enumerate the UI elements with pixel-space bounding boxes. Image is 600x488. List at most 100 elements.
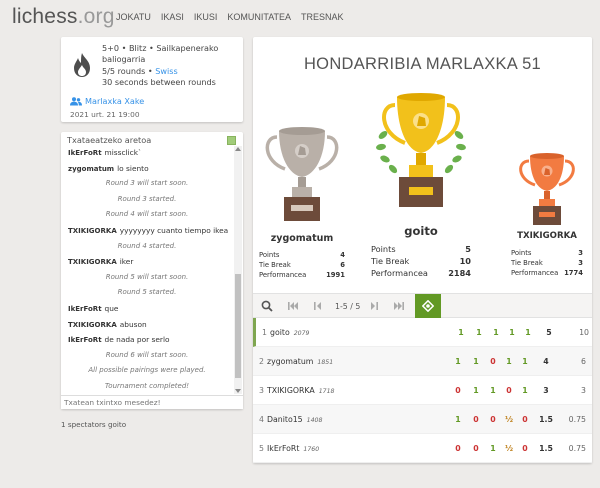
podium-second: zygomatum Points 4 Tie Break 6 Performance… [259, 125, 345, 285]
chat-username[interactable]: IkErFoRt [68, 149, 102, 157]
chat-username[interactable]: TXIKIGORKA [68, 227, 117, 235]
chat-input[interactable] [61, 395, 243, 409]
chat-username[interactable]: IkErFoRt [68, 336, 102, 344]
rank: 1 [262, 328, 267, 337]
chat-system-message: Round 4 will start soon. [105, 210, 189, 219]
podium-third-name[interactable]: TXIKIGORKA [511, 231, 583, 241]
chat-text: abuson [119, 319, 147, 329]
nav-learn[interactable]: IKASI [161, 12, 184, 22]
chat-username[interactable]: zygomatum [68, 165, 114, 173]
scroll-down-arrow-icon[interactable] [235, 389, 241, 393]
pager-text: 1-5 / 5 [335, 302, 361, 311]
points-value: 4 [340, 251, 345, 259]
standings-row[interactable]: 4 Danito15 1408 1 0 0 ½ 0 1.5 0.75 [253, 405, 592, 434]
round-score[interactable]: 0 [471, 415, 481, 424]
swiss-link[interactable]: Swiss [155, 66, 177, 76]
player-name[interactable]: IkErFoRt 1760 [267, 444, 319, 453]
player-name[interactable]: Danito15 1408 [267, 415, 322, 424]
nav-play[interactable]: JOKATU [116, 12, 151, 22]
previous-page-icon[interactable] [313, 300, 323, 312]
player-username[interactable]: TXIKIGORKA [267, 386, 315, 395]
chat-username[interactable]: TXIKIGORKA [68, 258, 117, 266]
points-label: Points [511, 249, 532, 257]
podium-first-points: Points 5 [371, 244, 471, 254]
performance-label: Performancea [511, 269, 559, 277]
round-score[interactable]: 1 [504, 357, 514, 366]
round-score[interactable]: 1 [523, 328, 533, 337]
chat-username[interactable]: IkErFoRt [68, 305, 102, 313]
nav-watch[interactable]: IKUSI [194, 12, 218, 22]
round-score[interactable]: 0 [488, 357, 498, 366]
player-rating: 1851 [317, 359, 334, 366]
round-score[interactable]: 0 [520, 415, 530, 424]
chat-scrollbar[interactable] [234, 146, 242, 394]
podium-second-performance: Performancea 1991 [259, 271, 345, 279]
player-username[interactable]: Danito15 [267, 415, 303, 424]
round-score[interactable]: ½ [504, 444, 514, 453]
scroll-to-me-button[interactable] [415, 294, 441, 318]
player-username[interactable]: zygomatum [267, 357, 313, 366]
tournament-info-card: 5+0 • Blitz • Sailkapenerako baliogarria… [61, 37, 243, 122]
player-username[interactable]: IkErFoRt [267, 444, 299, 453]
player-name[interactable]: TXIKIGORKA 1718 [267, 386, 334, 395]
chat-message: IkErFoRt de nada por serlo [68, 335, 170, 344]
podium-first-tiebreak: Tie Break 10 [371, 256, 471, 266]
chat-system-message: Tournament completed! [104, 382, 190, 390]
standings-row[interactable]: 1 goito 2079 1 1 1 1 1 5 10 [253, 318, 592, 347]
tiebreak-score: 6 [581, 357, 586, 366]
total-points: 4 [543, 357, 549, 366]
scroll-up-arrow-icon[interactable] [235, 147, 241, 151]
site-logo[interactable]: lichess.org [12, 5, 115, 29]
tournament-main: HONDARRIBIA MARLAXKA 51 zygomatum Points… [253, 37, 592, 463]
chat-message: TXIKIGORKA iker [68, 257, 133, 266]
round-score[interactable]: 1 [488, 444, 498, 453]
round-score[interactable]: 0 [453, 386, 463, 395]
player-username[interactable]: goito [270, 328, 290, 337]
next-page-icon[interactable] [369, 300, 379, 312]
standings-row[interactable]: 3 TXIKIGORKA 1718 0 1 1 0 1 3 3 [253, 376, 592, 405]
round-score[interactable]: 1 [520, 357, 530, 366]
search-icon[interactable] [261, 300, 273, 312]
chat-username[interactable]: TXIKIGORKA [68, 321, 117, 329]
chat-text: que [104, 304, 119, 313]
chat-message: TXIKIGORKA abuson [68, 320, 147, 329]
round-score[interactable]: 1 [491, 328, 501, 337]
podium-second-name[interactable]: zygomatum [259, 233, 345, 244]
podium-third: TXIKIGORKA Points 3 Tie Break 3 Performanc… [511, 151, 583, 287]
round-score[interactable]: 1 [453, 357, 463, 366]
round-score[interactable]: ½ [504, 415, 514, 424]
tournament-rounds: 5/5 rounds • Swiss [102, 66, 242, 77]
podium-first-name[interactable]: goito [371, 224, 471, 238]
podium-third-points: Points 3 [511, 249, 583, 257]
tiebreak-score: 0.75 [568, 415, 586, 424]
organizer-link[interactable]: Marlaxka Xake [85, 96, 144, 106]
round-score[interactable]: 1 [507, 328, 517, 337]
round-score[interactable]: 1 [456, 328, 466, 337]
round-score[interactable]: 0 [471, 444, 481, 453]
round-score[interactable]: 1 [520, 386, 530, 395]
standings-toolbar: 1-5 / 5 [253, 293, 592, 318]
first-page-icon[interactable] [287, 300, 299, 312]
last-page-icon[interactable] [393, 300, 405, 312]
standings-row[interactable]: 5 IkErFoRt 1760 0 0 1 ½ 0 1.5 0.75 [253, 434, 592, 463]
round-score[interactable]: 0 [453, 444, 463, 453]
team-icon [70, 96, 82, 105]
nav-community[interactable]: KOMUNITATEA [227, 12, 291, 22]
round-score[interactable]: 1 [471, 386, 481, 395]
scroll-thumb[interactable] [235, 274, 241, 378]
round-score[interactable]: 1 [453, 415, 463, 424]
player-name[interactable]: goito 2079 [270, 328, 309, 337]
spectators-count: 1 spectators goito [61, 420, 127, 429]
podium-first: goito Points 5 Tie Break 10 Performancea 21… [371, 91, 471, 283]
player-name[interactable]: zygomatum 1851 [267, 357, 333, 366]
round-score[interactable]: 0 [520, 444, 530, 453]
total-points: 3 [543, 386, 549, 395]
round-score[interactable]: 0 [504, 386, 514, 395]
round-score[interactable]: 1 [471, 357, 481, 366]
chat-toggle-checkbox[interactable] [227, 136, 236, 145]
standings-row[interactable]: 2 zygomatum 1851 1 1 0 1 1 4 6 [253, 347, 592, 376]
round-score[interactable]: 0 [488, 415, 498, 424]
round-score[interactable]: 1 [488, 386, 498, 395]
round-score[interactable]: 1 [474, 328, 484, 337]
nav-tools[interactable]: TRESNAK [301, 12, 344, 22]
